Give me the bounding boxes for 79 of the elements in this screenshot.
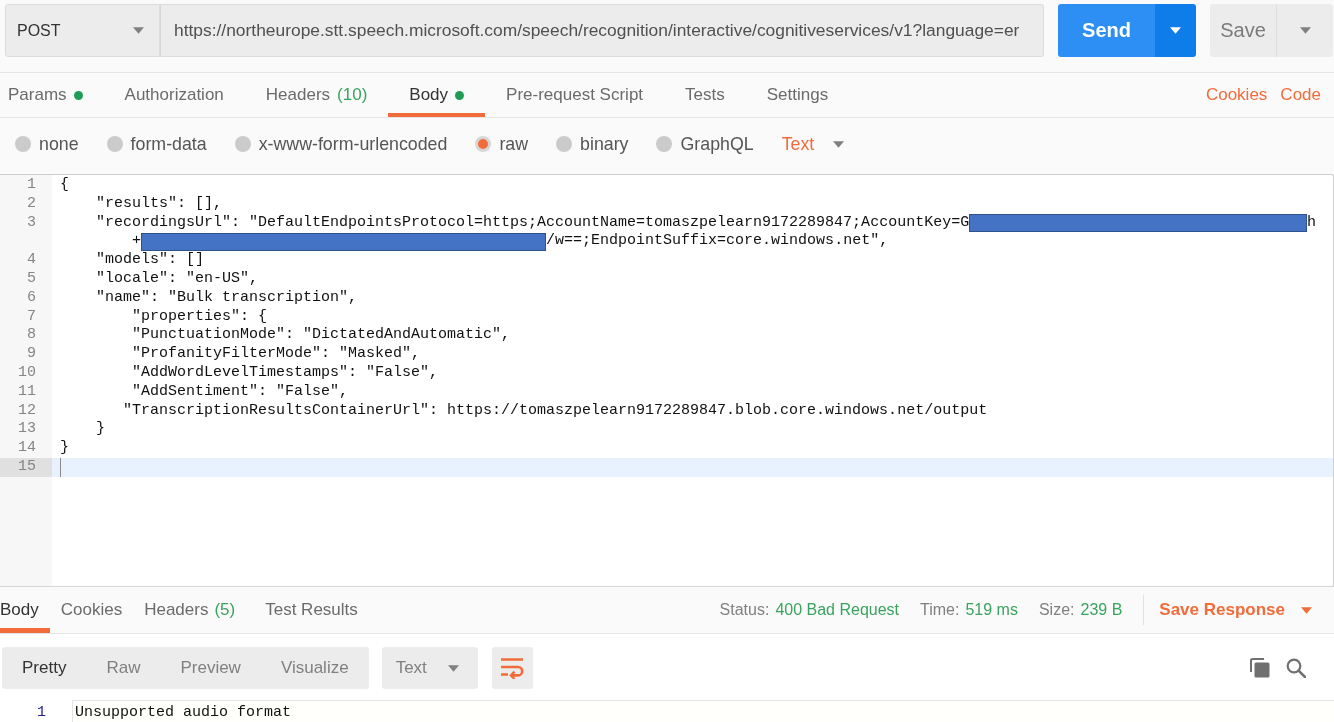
line-number: 1 — [37, 704, 46, 721]
code-line: "AddSentiment": "False", — [132, 382, 349, 402]
request-tab[interactable]: Headers (10) — [244, 73, 389, 117]
line-number: 6 — [27, 288, 36, 306]
code-text: h — [1307, 213, 1316, 233]
line-number: 1 — [27, 176, 36, 193]
body-type-radio[interactable]: binary — [556, 133, 629, 155]
line-number: 13 — [18, 420, 36, 438]
body-type-radio[interactable]: none — [15, 133, 79, 155]
request-link[interactable]: Code — [1280, 85, 1321, 105]
stat-label: Size: — [1038, 601, 1075, 619]
line-number: 11 — [18, 382, 36, 400]
method-dropdown[interactable]: POST — [5, 4, 160, 57]
send-options-button[interactable] — [1155, 4, 1196, 57]
save-button[interactable]: Save — [1210, 4, 1277, 57]
code-line: "TranscriptionResultsContainerUrl": https://tomaszpelearn9172289847.blob.core.windows.net/output — [123, 401, 988, 421]
stat-value: 519 ms — [965, 601, 1018, 619]
stat-label: Time: — [920, 601, 960, 619]
line-number: 2 — [27, 194, 36, 212]
line-number: 5 — [27, 270, 36, 287]
format-dropdown[interactable]: Text — [781, 133, 845, 155]
copy-icon[interactable] — [1250, 658, 1270, 678]
code-line: "ProfanityFilterMode": "Masked", — [132, 345, 421, 364]
body-type-radio[interactable]: raw — [475, 133, 529, 155]
line-number: 12 — [18, 401, 36, 419]
code-line: "locale": "en-US", — [96, 270, 259, 289]
caret-icon — [133, 27, 144, 34]
url-field[interactable]: https://northeurope.stt.speech.microsoft.com/speech/recognition/interactive/cognitiveservices/v1?language=er — [160, 4, 1044, 57]
response-tab[interactable]: Test Results — [254, 587, 369, 633]
line-number: 10 — [18, 363, 36, 381]
code-line: "PunctuationMode": "DictatedAndAutomatic", — [132, 326, 511, 346]
line-number: 15 — [18, 457, 36, 475]
response-tab[interactable]: Headers (5) — [133, 587, 247, 633]
body-type-radio[interactable]: form-data — [106, 133, 207, 155]
code-text: "recordingsUrl": "DefaultEndpointsProtocol=https;AccountName=tomaszpelearn9172289847;AccountKey=G — [96, 213, 970, 233]
code-line: { — [60, 176, 69, 195]
request-link[interactable]: Cookies — [1205, 85, 1268, 105]
body-type-radio[interactable]: x-www-form-urlencoded — [234, 133, 448, 155]
view-mode-tab[interactable]: Raw — [86, 647, 161, 689]
code-line: "AddWordLevelTimestamps": "False", — [132, 363, 439, 383]
line-number: 14 — [18, 439, 36, 457]
code-line: } — [96, 420, 105, 440]
request-tab[interactable]: Tests — [664, 73, 746, 117]
line-number: 4 — [27, 251, 36, 269]
stat-value: 239 B — [1080, 601, 1123, 619]
caret-icon — [1299, 27, 1311, 34]
caret-icon — [833, 140, 845, 148]
line-number: 3 — [27, 213, 36, 231]
wrap-lines-button[interactable] — [491, 647, 533, 689]
code-line: "name": "Bulk transcription", — [96, 288, 358, 308]
code-line: "properties": { — [132, 307, 268, 327]
stat-value: 400 Bad Request — [775, 601, 900, 619]
request-tab[interactable]: Settings — [745, 73, 850, 117]
caret-icon — [1170, 27, 1181, 34]
request-tab[interactable]: Body — [388, 73, 486, 117]
format-dropdown[interactable]: Text — [381, 647, 478, 689]
caret-icon — [447, 664, 459, 672]
caret-icon — [1301, 606, 1312, 614]
response-tab[interactable]: Cookies — [49, 587, 134, 633]
line-number: 8 — [27, 326, 36, 344]
request-tab[interactable]: Authorization — [103, 73, 245, 117]
save-response-button[interactable]: Save Response — [1159, 600, 1312, 620]
view-mode-tab[interactable]: Visualize — [260, 647, 369, 689]
request-tab[interactable]: Params — [0, 73, 104, 117]
code-line: "results": [], — [96, 194, 223, 214]
view-mode-tab[interactable]: Pretty — [2, 647, 87, 689]
stat-label: Status: — [719, 601, 770, 619]
code-text: + — [132, 232, 141, 252]
send-button[interactable]: Send — [1058, 4, 1155, 57]
line-number: 9 — [27, 345, 36, 363]
request-tab[interactable]: Pre-request Script — [485, 73, 665, 117]
body-type-radio[interactable]: GraphQL — [656, 133, 754, 155]
line-number: 7 — [27, 307, 36, 325]
code-text: /w==;EndpointSuffix=core.windows.net", — [546, 232, 889, 252]
code-line: "models": [] — [96, 251, 205, 270]
search-icon[interactable] — [1286, 658, 1306, 678]
code-line: Unsupported audio format — [75, 703, 292, 722]
code-line: } — [60, 439, 69, 458]
view-mode-tab[interactable]: Preview — [160, 647, 261, 689]
